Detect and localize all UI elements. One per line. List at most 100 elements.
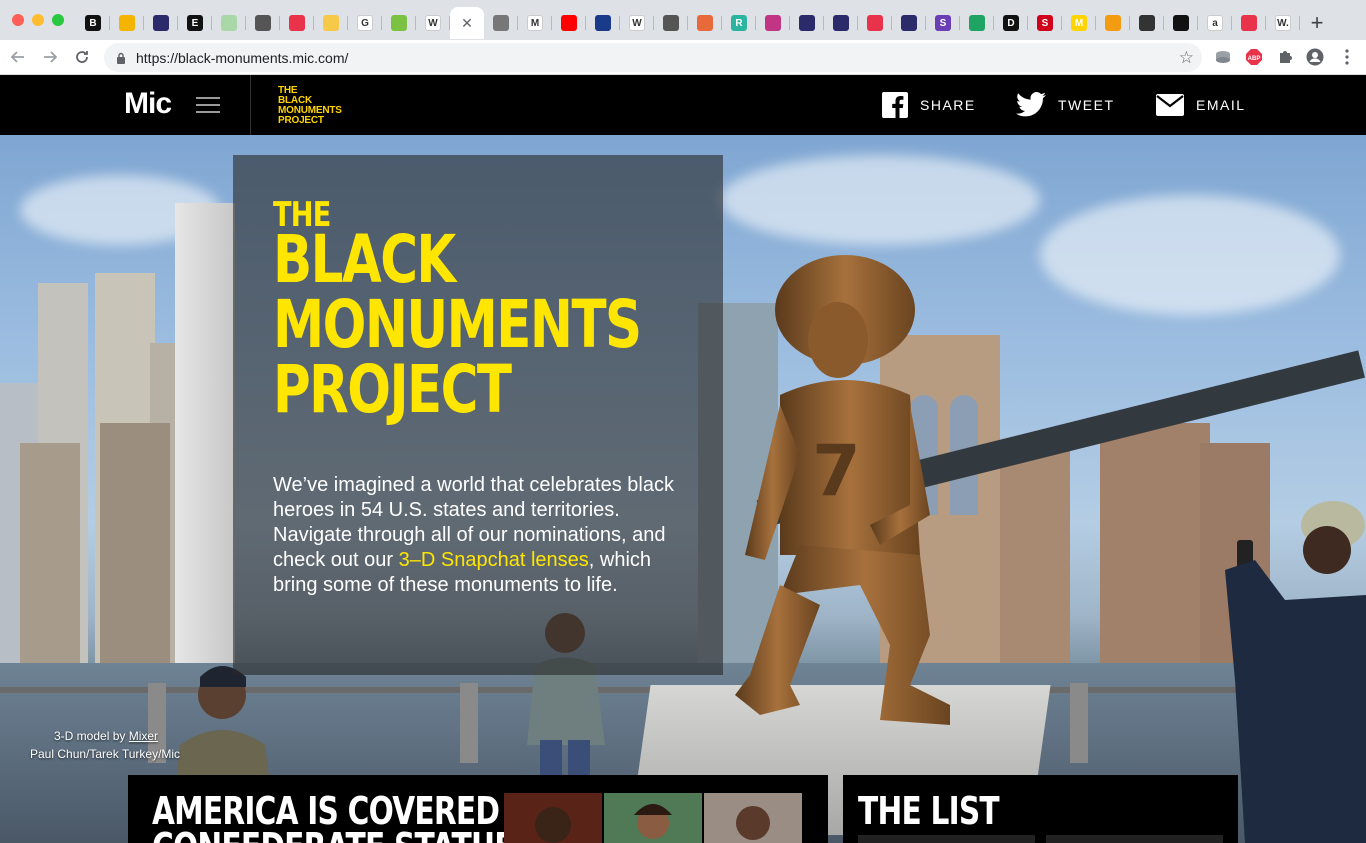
grid-orange-icon [1105,15,1121,31]
browser-tab[interactable] [1096,7,1130,39]
browser-tab[interactable] [892,7,926,39]
browser-tab[interactable]: W [416,7,450,39]
browser-tab[interactable]: M [1062,7,1096,39]
browser-tab[interactable] [212,7,246,39]
browser-tab[interactable] [756,7,790,39]
mic-logo[interactable]: Mic [124,87,172,121]
globe-icon [493,15,509,31]
browser-tab[interactable]: W [620,7,654,39]
browser-tab[interactable] [552,7,586,39]
browser-tab[interactable] [1164,7,1198,39]
wikipedia-icon: W [425,15,441,31]
close-window-button[interactable] [12,14,24,26]
share-button[interactable]: SHARE [882,92,976,118]
skyline-building [175,203,235,673]
extensions-puzzle-icon[interactable] [1276,48,1294,66]
browser-tab[interactable]: G [348,7,382,39]
cloud [720,155,1040,245]
browser-tab[interactable] [246,7,280,39]
minimize-window-button[interactable] [32,14,44,26]
browser-tab[interactable] [110,7,144,39]
back-button[interactable] [4,43,32,71]
hero-section: 7 THE BLACK MONUMENTS PROJECT We’ve imag… [0,135,1366,843]
browser-tab[interactable]: R [722,7,756,39]
o-icon [867,15,883,31]
svg-text:ABP: ABP [1248,56,1261,62]
browser-tab[interactable]: S [926,7,960,39]
browser-tab[interactable] [280,7,314,39]
bird-icon [901,15,917,31]
browser-tab[interactable] [586,7,620,39]
kneeling-statue-image: 7 [735,255,950,725]
browser-tab[interactable]: W. [1266,7,1300,39]
browser-tab[interactable] [654,7,688,39]
bird-icon [153,15,169,31]
globe-icon [663,15,679,31]
email-icon [1156,94,1184,116]
browser-tab[interactable] [1232,7,1266,39]
svg-text:7: 7 [812,430,861,512]
hero-title-line: BLACK [273,221,456,298]
new-tab-button[interactable]: + [1300,7,1334,39]
dot-icon [595,15,611,31]
pocket-icon [289,15,305,31]
portrait-thumbnail [704,793,802,843]
browser-tab[interactable] [688,7,722,39]
tweet-label: TWEET [1058,97,1115,113]
adblock-icon[interactable]: ABP [1245,48,1263,66]
browser-tab[interactable] [858,7,892,39]
address-bar[interactable]: https://black-monuments.mic.com/ ☆ [104,43,1202,72]
portrait-thumbnail [504,793,602,843]
snapchat-lenses-link[interactable]: 3–D Snapchat lenses [399,549,589,571]
d-icon: D [1003,15,1019,31]
reload-icon [76,51,88,63]
hero-description: We’ve imagined a world that celebrates b… [273,473,693,598]
b-icon: B [85,15,101,31]
wikipedia-icon: W [629,15,645,31]
browser-tab[interactable] [790,7,824,39]
portrait-thumbnail [604,793,702,843]
feedly-icon [391,15,407,31]
project-logo[interactable]: THE BLACK MONUMENTS PROJECT [278,86,342,126]
tab-active[interactable]: ✕ [450,7,484,39]
browser-tab[interactable] [382,7,416,39]
slides-icon [119,15,135,31]
browser-tab[interactable] [144,7,178,39]
e-icon: E [187,15,203,31]
window-controls [12,14,64,26]
email-button[interactable]: EMAIL [1156,92,1246,118]
card-title-line: AMERICA IS COVERED IN [152,789,544,833]
browser-tab[interactable] [484,7,518,39]
hamburger-menu-icon[interactable] [196,97,220,115]
tweet-button[interactable]: TWEET [1016,92,1115,118]
forward-button[interactable] [36,43,64,71]
diamond-icon [1139,15,1155,31]
hero-title-line: MONUMENTS [273,286,642,363]
reload-button[interactable] [68,43,96,71]
browser-tab[interactable]: B [76,7,110,39]
browser-menu-icon[interactable] [1338,48,1356,66]
maximize-window-button[interactable] [52,14,64,26]
browser-tab[interactable] [314,7,348,39]
bookmark-star-icon[interactable]: ☆ [1179,48,1194,68]
browser-tab[interactable] [960,7,994,39]
browser-tab[interactable] [1130,7,1164,39]
m-yellow-icon: M [1071,15,1087,31]
list-item[interactable] [1046,835,1223,843]
profile-avatar-icon[interactable] [1306,48,1324,66]
browser-tab[interactable]: D [994,7,1028,39]
confederate-statues-card[interactable]: AMERICA IS COVERED IN CONFEDERATE STATUE… [128,775,828,843]
browser-tab[interactable]: E [178,7,212,39]
browser-tab[interactable]: S [1028,7,1062,39]
browser-tab[interactable]: a [1198,7,1232,39]
drive-icon [969,15,985,31]
mixer-link[interactable]: Mixer [129,729,158,743]
browser-tab[interactable]: M [518,7,552,39]
hero-title-card: THE BLACK MONUMENTS PROJECT We’ve imagin… [233,155,723,675]
medium-icon: M [527,15,543,31]
extension-disk-icon[interactable] [1214,48,1232,66]
browser-tab[interactable] [824,7,858,39]
tab-strip: B E G W ✕ M W R S D S Ma W. [76,0,1300,40]
browser-tab-bar: B E G W ✕ M W R S D S Ma W. + [0,0,1366,40]
list-item[interactable] [858,835,1035,843]
